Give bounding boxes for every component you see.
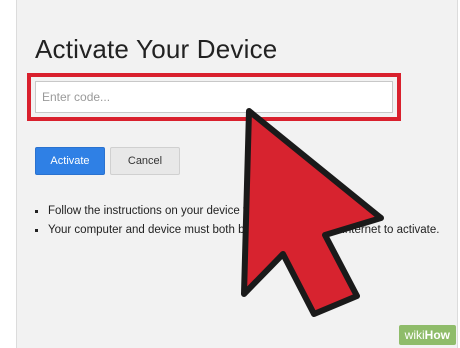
instructions-list: Follow the instructions on your device t… (35, 202, 439, 240)
wikihow-watermark: wikiHow (398, 325, 456, 345)
page-title: Activate Your Device (35, 34, 278, 64)
activation-code-input[interactable] (35, 81, 393, 113)
instruction-item: Follow the instructions on your device t… (35, 202, 439, 221)
cancel-button[interactable]: Cancel (110, 147, 180, 175)
instruction-item: Your computer and device must both be co… (35, 221, 439, 240)
activate-button[interactable]: Activate (35, 147, 105, 175)
